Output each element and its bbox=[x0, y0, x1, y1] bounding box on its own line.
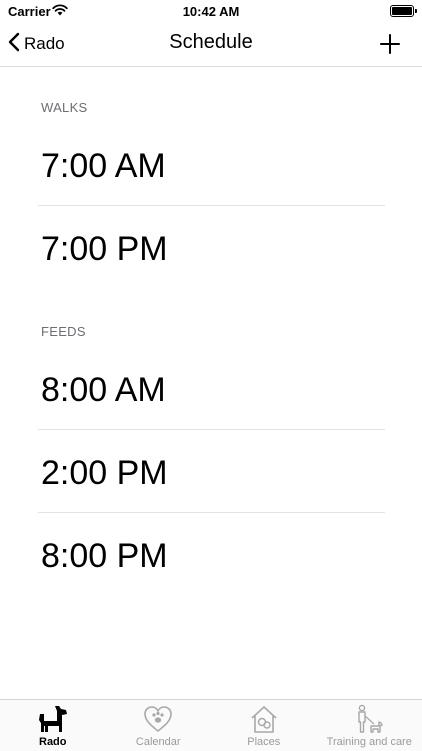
walk-time: 7:00 AM bbox=[41, 147, 166, 186]
tab-places[interactable]: Places bbox=[211, 700, 317, 751]
tab-calendar[interactable]: Calendar bbox=[106, 700, 212, 751]
section-header-feeds: FEEDS bbox=[41, 324, 86, 339]
person-dog-icon bbox=[352, 704, 386, 739]
schedule-row-feed[interactable]: 8:00 PM bbox=[38, 513, 385, 596]
schedule-row-walk[interactable]: 7:00 PM bbox=[38, 206, 385, 289]
tab-label-calendar: Calendar bbox=[106, 736, 212, 748]
heart-paw-icon bbox=[141, 704, 175, 739]
add-button[interactable] bbox=[378, 32, 402, 56]
dog-icon bbox=[36, 704, 70, 739]
tab-rado[interactable]: Rado bbox=[0, 700, 106, 751]
navigation-bar: Rado Schedule bbox=[0, 22, 422, 67]
feed-time: 8:00 AM bbox=[41, 371, 166, 410]
battery-icon bbox=[390, 5, 414, 17]
schedule-row-feed[interactable]: 2:00 PM bbox=[38, 430, 385, 513]
house-pet-icon bbox=[247, 704, 281, 739]
walk-time: 7:00 PM bbox=[41, 230, 168, 269]
tab-label-rado: Rado bbox=[0, 736, 106, 748]
tab-label-training-and-care: Training and care bbox=[317, 736, 422, 748]
page-title: Schedule bbox=[0, 31, 422, 54]
schedule-row-feed[interactable]: 8:00 AM bbox=[38, 347, 385, 430]
feed-time: 8:00 PM bbox=[41, 537, 168, 576]
tab-training-and-care[interactable]: Training and care bbox=[317, 700, 422, 751]
status-time: 10:42 AM bbox=[0, 4, 422, 19]
schedule-row-walk[interactable]: 7:00 AM bbox=[38, 123, 385, 206]
status-bar: Carrier 10:42 AM bbox=[0, 0, 422, 22]
tab-label-places: Places bbox=[211, 736, 317, 748]
tab-bar: Rado Calendar Places bbox=[0, 699, 422, 751]
plus-icon bbox=[378, 43, 402, 60]
section-header-walks: WALKS bbox=[41, 100, 88, 115]
feed-time: 2:00 PM bbox=[41, 454, 168, 493]
